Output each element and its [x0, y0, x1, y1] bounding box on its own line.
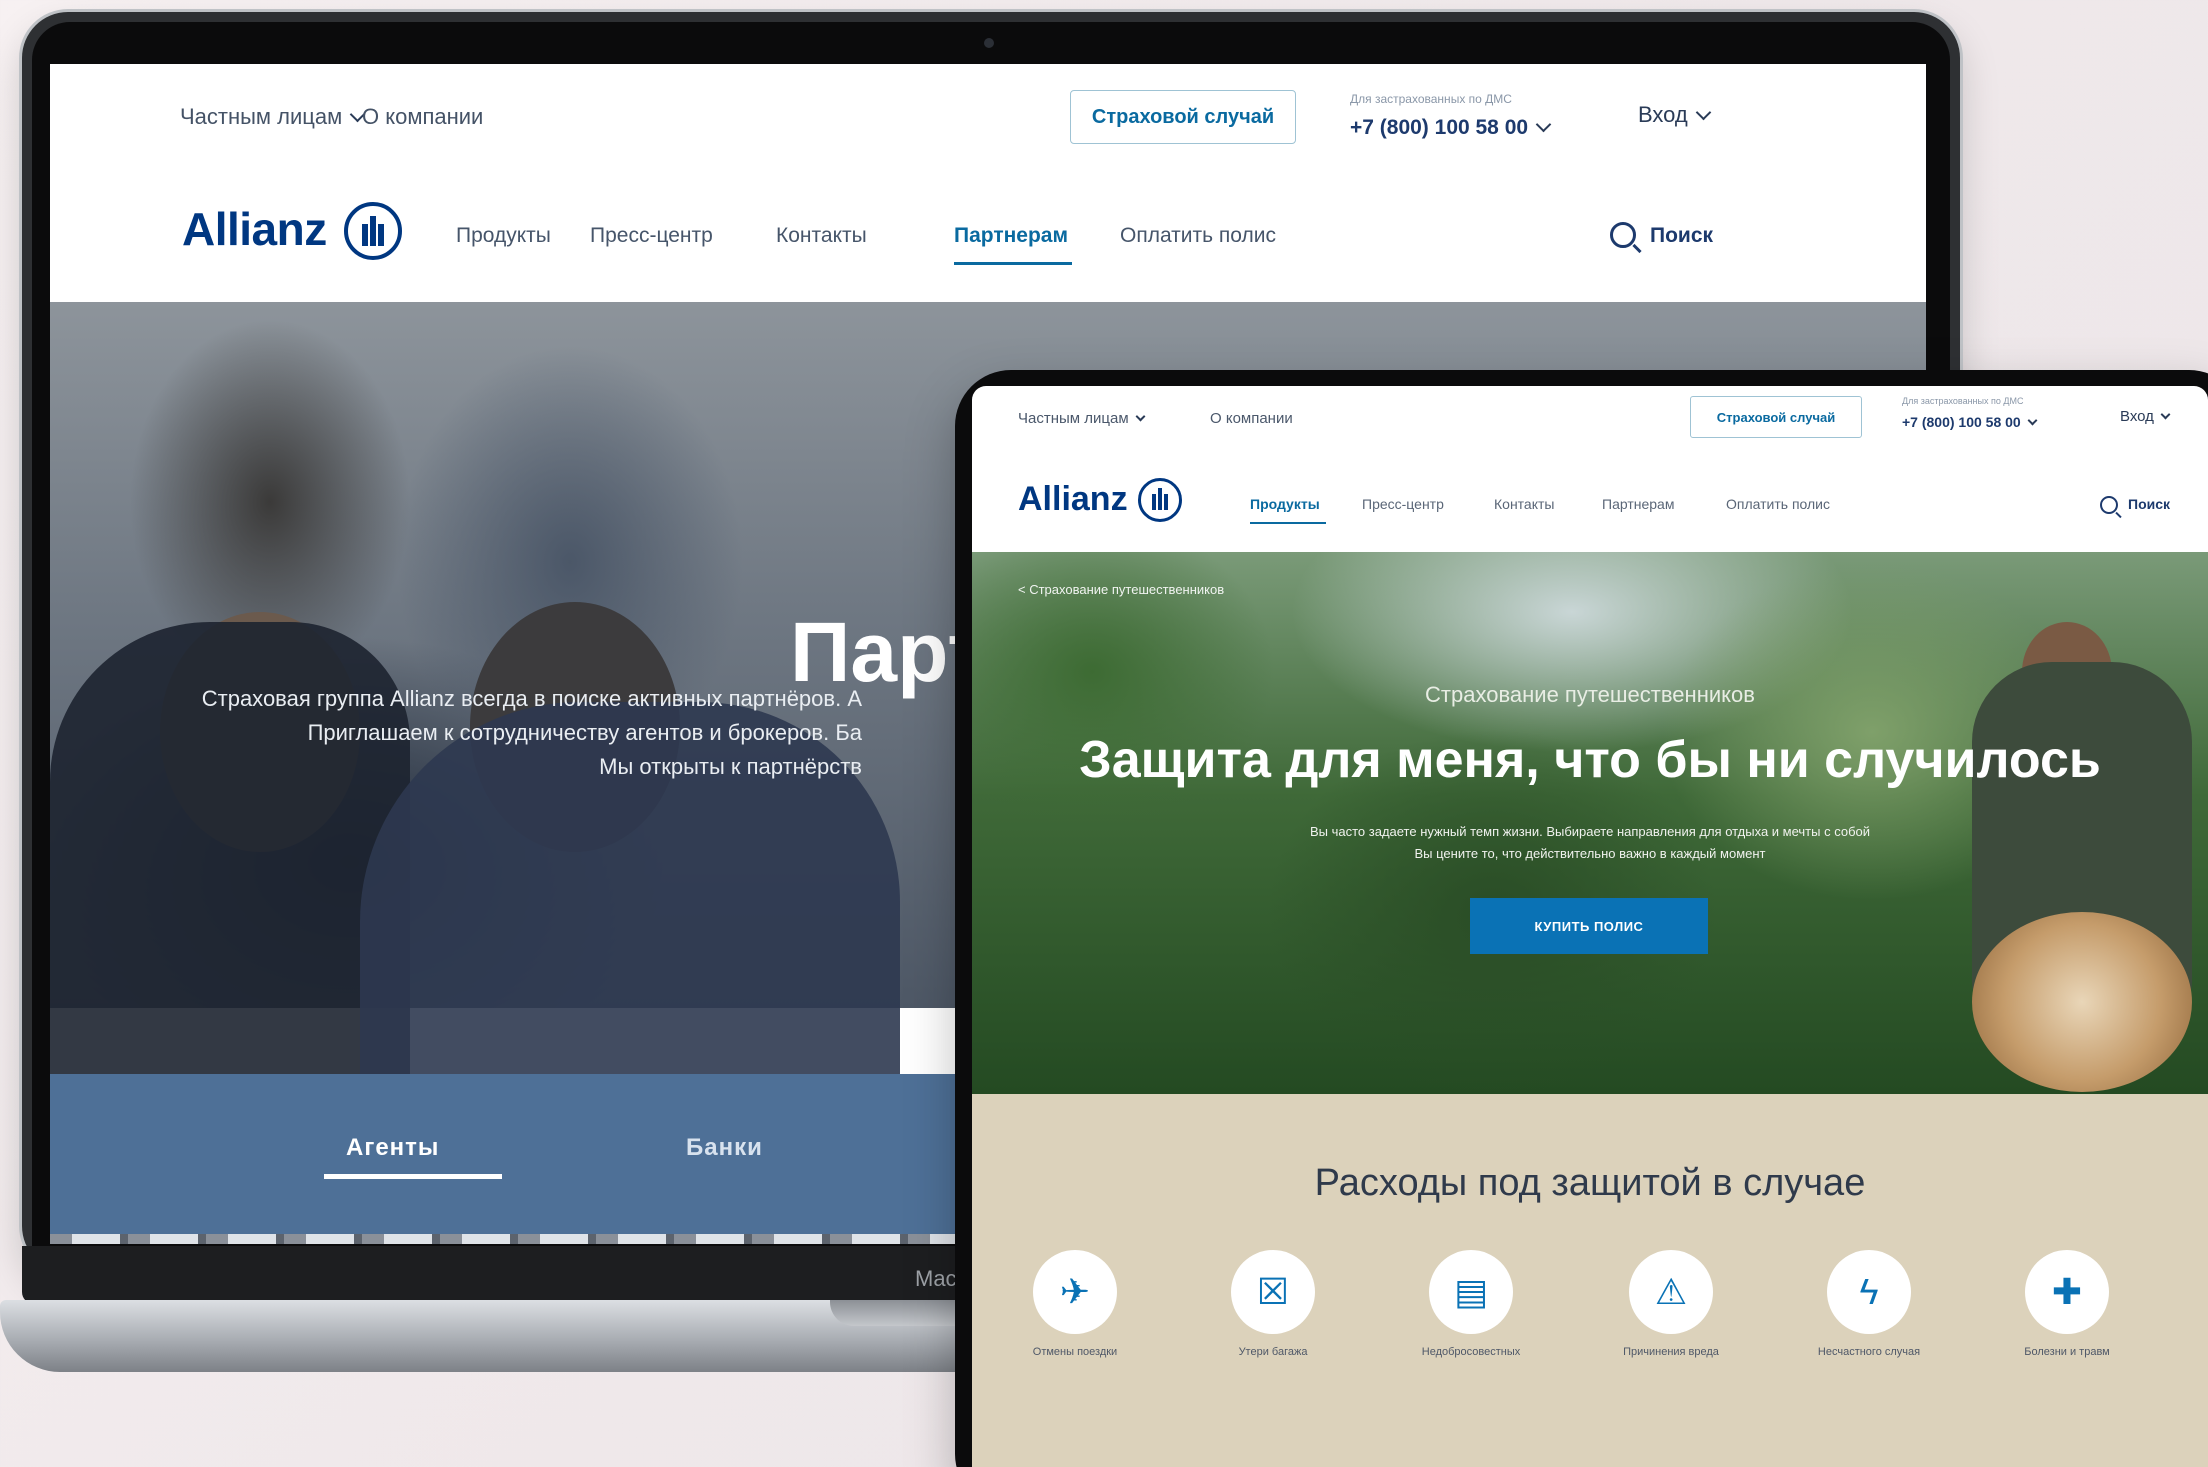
coverage-item-label: Утери багажа [1238, 1346, 1308, 1358]
utility-bar: Частным лицам О компании Страховой случа… [50, 64, 1926, 182]
active-tab-indicator [324, 1174, 502, 1179]
bandage-icon: ✚ [2025, 1250, 2109, 1334]
nav-item-partners[interactable]: Партнерам [1602, 496, 1674, 512]
private-persons-label: Частным лицам [180, 104, 343, 129]
coverage-item-label: Болезни и травм [2024, 1346, 2110, 1358]
coverage-item[interactable]: ϟ Несчастного случая [1774, 1250, 1964, 1370]
main-nav: Allianz Продукты Пресс-центр Контакты Па… [972, 452, 2208, 552]
coverage-item[interactable]: ✈ Отмены поездки [980, 1250, 1170, 1370]
nav-item-press-center[interactable]: Пресс-центр [590, 224, 713, 248]
luggage-icon: ☒ [1231, 1250, 1315, 1334]
phone-caption: Для застрахованных по ДМС [1902, 396, 2024, 406]
hero-text-line: Приглашаем к сотрудничеству агентов и бр… [307, 720, 862, 745]
chevron-down-icon [1695, 104, 1712, 121]
airplane-cancel-icon: ✈ [1033, 1250, 1117, 1334]
hero-description-line: Вы цените то, что действительно важно в … [1414, 846, 1766, 861]
nav-item-press-center[interactable]: Пресс-центр [1362, 496, 1444, 512]
chevron-down-icon [2160, 409, 2171, 420]
insurance-claim-button[interactable]: Страховой случай [1070, 90, 1296, 144]
coverage-item[interactable]: ☒ Утери багажа [1178, 1250, 1368, 1370]
private-persons-menu[interactable]: Частным лицам [1018, 410, 1146, 427]
nav-item-products[interactable]: Продукты [1250, 496, 1320, 512]
coverage-item[interactable]: ⚠ Причинения вреда [1576, 1250, 1766, 1370]
login-label: Вход [1638, 102, 1688, 127]
search-icon[interactable] [1610, 222, 1636, 248]
search-link[interactable]: Поиск [1650, 224, 1713, 248]
nav-item-contacts[interactable]: Контакты [1494, 496, 1554, 512]
coverage-item-label: Отмены поездки [1032, 1346, 1118, 1358]
tablet-screen: Частным лицам О компании Страховой случа… [972, 386, 2208, 1467]
nav-item-products[interactable]: Продукты [456, 224, 551, 248]
tab-banks[interactable]: Банки [686, 1134, 763, 1162]
alarm-icon: ⚠ [1629, 1250, 1713, 1334]
login-label: Вход [2120, 408, 2154, 425]
laptop-model-label: Mac [915, 1266, 957, 1291]
nav-item-pay-policy[interactable]: Оплатить полис [1120, 224, 1276, 248]
phone-dropdown[interactable]: +7 (800) 100 58 00 [1350, 116, 1552, 140]
allianz-logo-icon [1138, 478, 1182, 522]
phone-caption: Для застрахованных по ДМС [1350, 92, 1512, 106]
coverage-item[interactable]: ▤ Недобросовестных [1376, 1250, 1566, 1370]
active-nav-indicator [954, 262, 1072, 265]
coverage-item[interactable]: ✚ Болезни и травм [1972, 1250, 2162, 1370]
travel-hero: < Страхование путешественников Страхован… [972, 552, 2208, 1094]
document-icon: ▤ [1429, 1250, 1513, 1334]
breadcrumb-back-link[interactable]: < Страхование путешественников [1018, 582, 1224, 597]
main-nav: Allianz Продукты Пресс-центр Контакты Па… [50, 182, 1926, 302]
allianz-logo[interactable]: Allianz [182, 202, 327, 256]
phone-number: +7 (800) 100 58 00 [1902, 414, 2021, 430]
nav-item-pay-policy[interactable]: Оплатить полис [1726, 496, 1830, 512]
login-menu[interactable]: Вход [1638, 102, 1712, 128]
nav-item-contacts[interactable]: Контакты [776, 224, 867, 248]
allianz-logo-icon [344, 202, 402, 260]
coverage-title: Расходы под защитой в случае [1314, 1162, 1866, 1204]
tab-agents[interactable]: Агенты [346, 1134, 439, 1162]
private-persons-menu[interactable]: Частным лицам [180, 104, 366, 130]
active-nav-indicator [1250, 522, 1326, 524]
allianz-logo[interactable]: Allianz [1018, 480, 1128, 519]
private-persons-label: Частным лицам [1018, 410, 1129, 427]
phone-number: +7 (800) 100 58 00 [1350, 116, 1529, 139]
chevron-down-icon [1535, 116, 1552, 133]
lightning-icon: ϟ [1827, 1250, 1911, 1334]
login-menu[interactable]: Вход [2120, 408, 2171, 425]
camera-icon [984, 38, 994, 48]
hero-photo-hat [1972, 912, 2192, 1092]
nav-item-partners[interactable]: Партнерам [954, 224, 1068, 248]
search-icon[interactable] [2100, 496, 2118, 514]
utility-bar: Частным лицам О компании Страховой случа… [972, 386, 2208, 452]
about-link[interactable]: О компании [362, 104, 483, 130]
insurance-claim-button[interactable]: Страховой случай [1690, 396, 1862, 438]
hero-text-line: Страховая группа Allianz всегда в поиске… [201, 686, 862, 711]
about-link[interactable]: О компании [1210, 410, 1293, 427]
coverage-item-label: Причинения вреда [1623, 1346, 1719, 1358]
phone-dropdown[interactable]: +7 (800) 100 58 00 [1902, 414, 2038, 430]
chevron-down-icon [2027, 415, 2038, 426]
coverage-item-label: Недобросовестных [1421, 1346, 1521, 1358]
chevron-down-icon [1135, 411, 1146, 422]
hero-text-line: Мы открыты к партнёрств [599, 754, 862, 779]
buy-policy-button[interactable]: КУПИТЬ ПОЛИС [1470, 898, 1708, 954]
hero-description-line: Вы часто задаете нужный темп жизни. Выби… [1309, 824, 1871, 839]
hero-kicker: Страхование путешественников [1425, 682, 1755, 707]
coverage-item-label: Несчастного случая [1817, 1346, 1921, 1358]
coverage-section: Расходы под защитой в случае ✈ Отмены по… [972, 1094, 2208, 1467]
hero-title: Защита для меня, что бы ни случилось [1079, 731, 2101, 789]
search-link[interactable]: Поиск [2128, 496, 2170, 512]
